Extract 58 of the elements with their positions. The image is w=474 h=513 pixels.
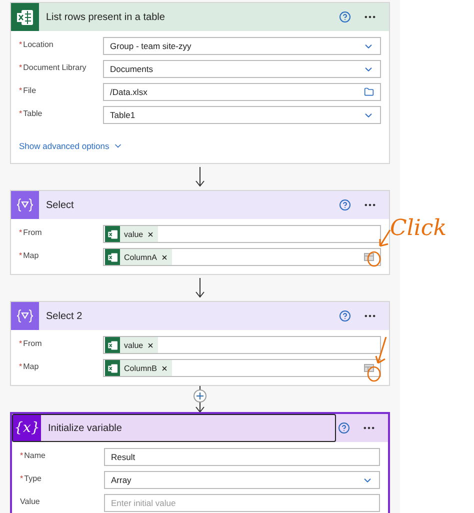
- down-arrow: [195, 278, 205, 298]
- add-step-connector[interactable]: [193, 386, 207, 412]
- field-label: *Location: [19, 39, 54, 49]
- remove-icon[interactable]: [147, 342, 154, 348]
- input-field[interactable]: Result: [104, 448, 380, 466]
- field-label: *Map: [19, 250, 40, 260]
- dynamic-token[interactable]: value: [105, 337, 158, 353]
- help-icon[interactable]: [339, 11, 351, 23]
- field-value: Table1: [110, 110, 136, 120]
- field-label: *Type: [20, 473, 42, 483]
- handwritten-note: Click: [390, 216, 447, 241]
- card-title: Select 2: [46, 310, 82, 322]
- field-value: Documents: [110, 64, 154, 74]
- field-placeholder: Enter initial value: [111, 498, 177, 508]
- dynamic-token[interactable]: ColumnA: [105, 249, 172, 265]
- field-label: Value: [20, 496, 41, 506]
- card-title: Select: [46, 200, 74, 210]
- field-label: *From: [19, 227, 43, 237]
- help-icon[interactable]: [339, 310, 351, 322]
- excel-icon: [108, 230, 118, 238]
- help-icon[interactable]: [339, 199, 351, 211]
- excel-icon: [17, 10, 33, 24]
- remove-icon[interactable]: [160, 364, 168, 372]
- braces-filter-icon: [16, 309, 34, 323]
- variable-icon: {x}: [14, 420, 40, 436]
- excel-icon: [108, 364, 118, 372]
- field-value: /Data.xlsx: [110, 87, 148, 97]
- down-arrow: [195, 167, 205, 187]
- field-value: Group - team site-zyy: [110, 41, 192, 51]
- input-field[interactable]: value: [103, 225, 381, 243]
- dropdown-field[interactable]: Table1: [103, 106, 381, 124]
- dynamic-token[interactable]: value: [105, 226, 158, 242]
- remove-icon[interactable]: [147, 230, 154, 238]
- input-field[interactable]: ColumnB: [103, 359, 381, 377]
- braces-filter-icon: [16, 198, 34, 212]
- remove-icon[interactable]: [160, 254, 168, 260]
- card-title: List rows present in a table: [46, 12, 165, 22]
- field-value: Array: [111, 475, 132, 485]
- dropdown-field[interactable]: Group - team site-zyy: [103, 37, 381, 55]
- excel-icon: [108, 340, 118, 350]
- folder-icon[interactable]: [364, 87, 374, 97]
- field-label: *Map: [19, 361, 40, 371]
- excel-icon: [108, 252, 118, 262]
- input-field[interactable]: value: [103, 336, 381, 354]
- field-label: *Document Library: [19, 62, 88, 72]
- dynamic-token[interactable]: ColumnB: [105, 360, 172, 376]
- dropdown-field[interactable]: Documents: [103, 60, 381, 78]
- field-label: *File: [19, 85, 38, 95]
- help-icon[interactable]: [338, 422, 350, 434]
- input-field[interactable]: ColumnA: [103, 248, 381, 266]
- card-title: Initialize variable: [48, 422, 122, 434]
- dropdown-field[interactable]: Array: [104, 471, 380, 489]
- field-label: *From: [19, 338, 43, 348]
- input-field[interactable]: /Data.xlsx: [103, 83, 381, 101]
- field-label: *Name: [20, 450, 46, 460]
- field-value: Result: [111, 452, 136, 462]
- advanced-options-link[interactable]: Show advanced options: [19, 141, 381, 151]
- field-label: *Table: [19, 108, 44, 118]
